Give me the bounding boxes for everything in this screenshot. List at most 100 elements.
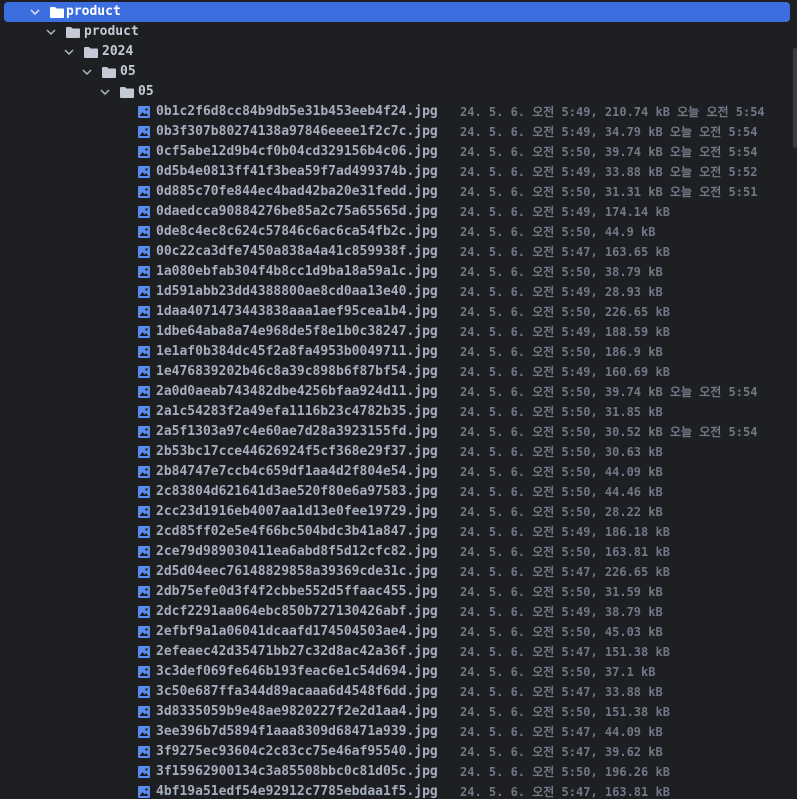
file-name: 2a5f1303a97c4e60ae7d28a3923155fd.jpg [156,424,438,439]
file-row[interactable]: 2dcf2291aa064ebc850b727130426abf.jpg 24. … [0,602,797,622]
file-row[interactable]: 3c3def069fe646b193feac6e1c54d694.jpg 24. … [0,662,797,682]
tree-item-label: product [84,24,139,39]
chevron-down-icon[interactable] [28,2,42,22]
tree-item-folder[interactable]: product [0,22,797,42]
file-meta: 24. 5. 6. 오전 5:50, 31.59 kB [460,585,663,599]
file-row[interactable]: 4bf19a51edf54e92912c7785ebdaa1f5.jpg 24. … [0,782,797,799]
file-row[interactable]: 0daedcca90884276be85a2c75a65565d.jpg 24. … [0,202,797,222]
chevron-down-icon[interactable] [80,62,94,82]
chevron-down-icon[interactable] [98,82,112,102]
file-name: 2cc23d1916eb4007aa1d13e0fee19729.jpg [156,504,438,519]
file-meta: 24. 5. 6. 오전 5:49, 186.18 kB [460,525,670,539]
file-row[interactable]: 3f9275ec93604c2c83cc75e46af95540.jpg 24. … [0,742,797,762]
file-row[interactable]: 3f15962900134c3a85508bbc0c81d05c.jpg 24. … [0,762,797,782]
tree-item-folder[interactable]: 05 [0,82,797,102]
file-row[interactable]: 3d8335059b9e48ae9820227f2e2d1aa4.jpg 24. … [0,702,797,722]
image-file-icon [138,786,150,798]
file-row[interactable]: 2ce79d989030411ea6abd8f5d12cfc82.jpg 24. … [0,542,797,562]
file-meta: 24. 5. 6. 오전 5:50, 38.79 kB [460,265,663,279]
file-row[interactable]: 2c83804d621641d3ae520f80e6a97583.jpg 24. … [0,482,797,502]
file-row[interactable]: 1e476839202b46c8a39c898b6f87bf54.jpg 24. … [0,362,797,382]
file-meta: 24. 5. 6. 오전 5:47, 151.38 kB [460,645,670,659]
file-meta: 24. 5. 6. 오전 5:50, 28.22 kB [460,505,663,519]
file-name: 0b1c2f6d8cc84b9db5e31b453eeb4f24.jpg [156,104,438,119]
file-name: 1e1af0b384dc45f2a8fa4953b0049711.jpg [156,344,438,359]
file-meta: 24. 5. 6. 오전 5:49, 28.93 kB [460,285,663,299]
file-row[interactable]: 0d885c70fe844ec4bad42ba20e31fedd.jpg 24. … [0,182,797,202]
chevron-down-icon[interactable] [62,42,76,62]
image-file-icon [138,646,150,658]
file-name: 0b3f307b80274138a97846eeee1f2c7c.jpg [156,124,438,139]
image-file-icon [138,186,150,198]
folder-icon [120,87,134,98]
file-meta: 24. 5. 6. 오전 5:50, 31.85 kB [460,405,663,419]
image-file-icon [138,106,150,118]
image-file-icon [138,546,150,558]
image-file-icon [138,226,150,238]
file-name: 1dbe64aba8a74e968de5f8e1b0c38247.jpg [156,324,438,339]
file-row[interactable]: 2b53bc17cce44626924f5cf368e29f37.jpg 24. … [0,442,797,462]
file-row[interactable]: 0b1c2f6d8cc84b9db5e31b453eeb4f24.jpg 24. … [0,102,797,122]
file-row[interactable]: 1daa4071473443838aaa1aef95cea1b4.jpg 24. … [0,302,797,322]
image-file-icon [138,246,150,258]
file-row[interactable]: 2cc23d1916eb4007aa1d13e0fee19729.jpg 24. … [0,502,797,522]
file-row[interactable]: 2a5f1303a97c4e60ae7d28a3923155fd.jpg 24. … [0,422,797,442]
file-row[interactable]: 2a0d0aeab743482dbe4256bfaa924d11.jpg 24. … [0,382,797,402]
tree-item-folder[interactable]: 05 [0,62,797,82]
file-row[interactable]: 1dbe64aba8a74e968de5f8e1b0c38247.jpg 24. … [0,322,797,342]
file-row[interactable]: 0cf5abe12d9b4cf0b04cd329156b4c06.jpg 24. … [0,142,797,162]
file-name: 2ce79d989030411ea6abd8f5d12cfc82.jpg [156,544,438,559]
file-row[interactable]: 3ee396b7d5894f1aaa8309d68471a939.jpg 24. … [0,722,797,742]
file-name: 0d885c70fe844ec4bad42ba20e31fedd.jpg [156,184,438,199]
file-name: 2dcf2291aa064ebc850b727130426abf.jpg [156,604,438,619]
image-file-icon [138,766,150,778]
image-file-icon [138,126,150,138]
file-meta: 24. 5. 6. 오전 5:49, 34.79 kB 오늘 오전 5:54 [460,125,758,139]
file-row[interactable]: 2a1c54283f2a49efa1116b23c4782b35.jpg 24. … [0,402,797,422]
file-meta: 24. 5. 6. 오전 5:50, 39.74 kB 오늘 오전 5:54 [460,145,758,159]
file-name: 1e476839202b46c8a39c898b6f87bf54.jpg [156,364,438,379]
tree-item-root[interactable]: product [4,2,790,22]
file-meta: 24. 5. 6. 오전 5:50, 30.63 kB [460,445,663,459]
file-row[interactable]: 0d5b4e0813ff41f3bea59f7ad499374b.jpg 24. … [0,162,797,182]
file-row[interactable]: 1a080ebfab304f4b8cc1d9ba18a59a1c.jpg 24. … [0,262,797,282]
image-file-icon [138,486,150,498]
file-row[interactable]: 2efeaec42d35471bb27c32d8ac42a36f.jpg 24. … [0,642,797,662]
file-name: 2b84747e7ccb4c659df1aa4d2f804e54.jpg [156,464,438,479]
file-meta: 24. 5. 6. 오전 5:47, 163.65 kB [460,245,670,259]
chevron-down-icon[interactable] [44,22,58,42]
file-row[interactable]: 1d591abb23dd4388800ae8cd0aa13e40.jpg 24. … [0,282,797,302]
image-file-icon [138,386,150,398]
image-file-icon [138,166,150,178]
file-row[interactable]: 2db75efe0d3f4f2cbbe552d5ffaac455.jpg 24. … [0,582,797,602]
image-file-icon [138,466,150,478]
file-row[interactable]: 00c22ca3dfe7450a838a4a41c859938f.jpg 24. … [0,242,797,262]
folder-icon [50,7,64,18]
file-row[interactable]: 2b84747e7ccb4c659df1aa4d2f804e54.jpg 24. … [0,462,797,482]
file-name: 2cd85ff02e5e4f66bc504bdc3b41a847.jpg [156,524,438,539]
file-name: 2b53bc17cce44626924f5cf368e29f37.jpg [156,444,438,459]
file-row[interactable]: 3c50e687ffa344d89acaaa6d4548f6dd.jpg 24. … [0,682,797,702]
tree-item-folder[interactable]: 2024 [0,42,797,62]
file-row[interactable]: 2efbf9a1a06041dcaafd174504503ae4.jpg 24. … [0,622,797,642]
file-meta: 24. 5. 6. 오전 5:50, 31.31 kB 오늘 오전 5:51 [460,185,758,199]
tree-item-label: 2024 [102,44,134,59]
image-file-icon [138,706,150,718]
file-name: 3ee396b7d5894f1aaa8309d68471a939.jpg [156,724,438,739]
vertical-scrollbar[interactable] [793,48,797,148]
file-row[interactable]: 2d5d04eec76148829858a39369cde31c.jpg 24. … [0,562,797,582]
file-row[interactable]: 2cd85ff02e5e4f66bc504bdc3b41a847.jpg 24. … [0,522,797,542]
file-meta: 24. 5. 6. 오전 5:47, 163.81 kB [460,785,670,799]
file-row[interactable]: 0b3f307b80274138a97846eeee1f2c7c.jpg 24. … [0,122,797,142]
file-meta: 24. 5. 6. 오전 5:47, 39.62 kB [460,745,663,759]
file-meta: 24. 5. 6. 오전 5:50, 37.1 kB [460,665,656,679]
file-row[interactable]: 0de8c4ec8c624c57846c6ac6ca54fb2c.jpg 24. … [0,222,797,242]
image-file-icon [138,446,150,458]
image-file-icon [138,286,150,298]
file-meta: 24. 5. 6. 오전 5:49, 188.59 kB [460,325,670,339]
file-row[interactable]: 1e1af0b384dc45f2a8fa4953b0049711.jpg 24. … [0,342,797,362]
file-name: 0de8c4ec8c624c57846c6ac6ca54fb2c.jpg [156,224,438,239]
file-name: 2a0d0aeab743482dbe4256bfaa924d11.jpg [156,384,438,399]
file-meta: 24. 5. 6. 오전 5:50, 196.26 kB [460,765,670,779]
folder-icon [84,47,98,58]
